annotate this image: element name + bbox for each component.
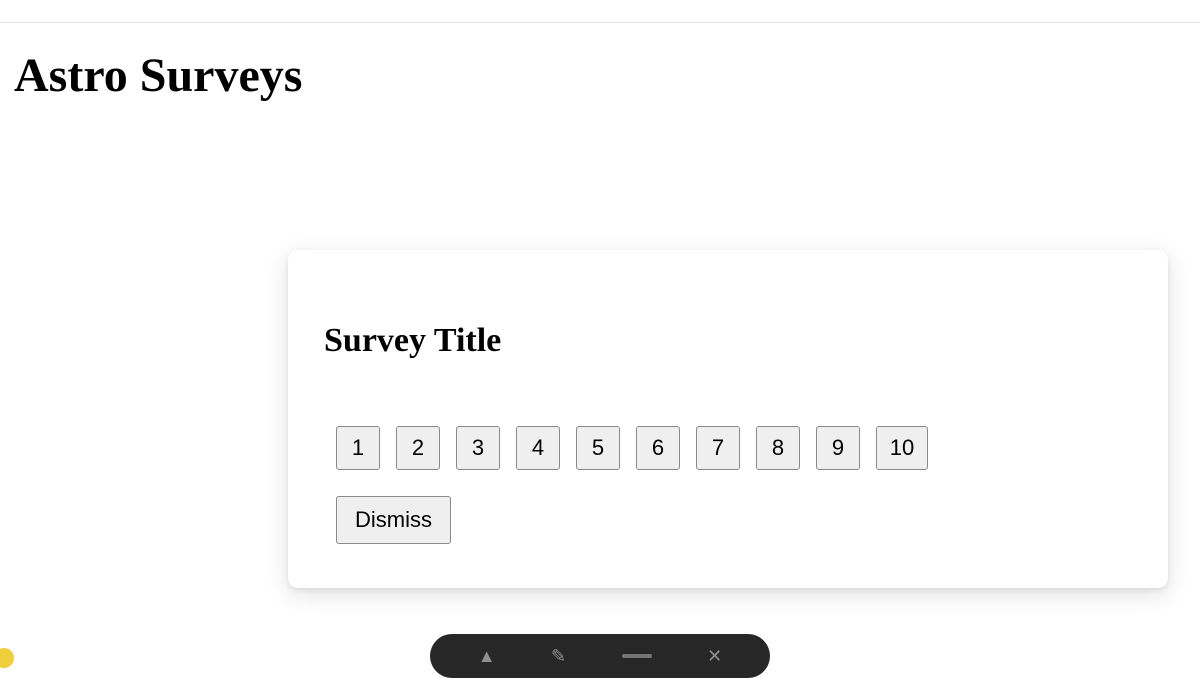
bottom-dock: ▲ ✎ ✕ — [430, 634, 770, 678]
dock-icon[interactable]: ✕ — [707, 647, 722, 665]
rating-button-7[interactable]: 7 — [696, 426, 740, 470]
survey-card: Survey Title 1 2 3 4 5 6 7 8 9 10 Dismis… — [288, 250, 1168, 588]
top-divider — [0, 22, 1200, 23]
rating-button-6[interactable]: 6 — [636, 426, 680, 470]
rating-button-1[interactable]: 1 — [336, 426, 380, 470]
rating-button-2[interactable]: 2 — [396, 426, 440, 470]
dock-icon[interactable]: ✎ — [551, 647, 566, 665]
survey-title: Survey Title — [324, 322, 1132, 360]
corner-decor — [0, 648, 14, 668]
rating-button-3[interactable]: 3 — [456, 426, 500, 470]
rating-button-4[interactable]: 4 — [516, 426, 560, 470]
rating-button-10[interactable]: 10 — [876, 426, 928, 470]
dock-handle-icon[interactable] — [622, 654, 652, 658]
dock-icon[interactable]: ▲ — [478, 647, 496, 665]
dismiss-button[interactable]: Dismiss — [336, 496, 451, 544]
rating-button-8[interactable]: 8 — [756, 426, 800, 470]
rating-button-9[interactable]: 9 — [816, 426, 860, 470]
page-title: Astro Surveys — [0, 0, 1200, 103]
rating-button-5[interactable]: 5 — [576, 426, 620, 470]
rating-row: 1 2 3 4 5 6 7 8 9 10 — [336, 426, 1132, 470]
